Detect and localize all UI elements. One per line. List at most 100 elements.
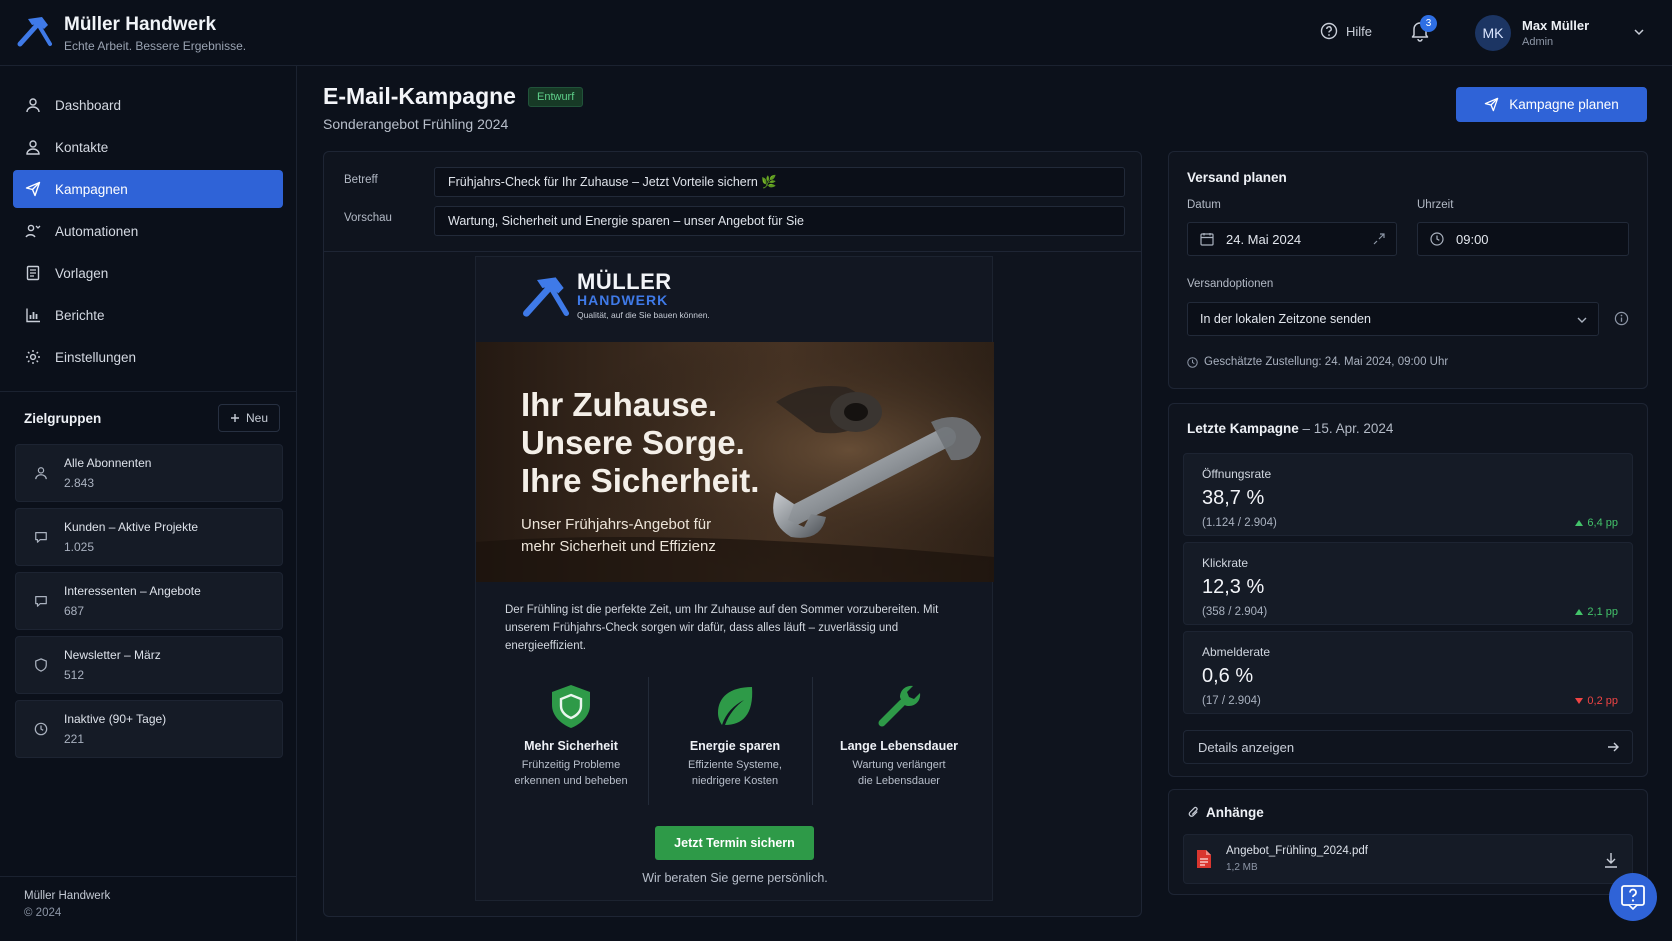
attachment-item[interactable]: Angebot_Frühling_2024.pdf 1,2 MB — [1183, 834, 1633, 884]
triangle-up-icon — [1575, 520, 1584, 526]
send-option-select[interactable]: In der lokalen Zeitzone senden — [1187, 302, 1599, 336]
stat-open-rate: Öffnungsrate 38,7 % (1.124 / 2.904) 6,4 … — [1183, 453, 1633, 536]
feature-desc-line: niedrigere Kosten — [691, 775, 779, 787]
feature-desc-line: die Lebensdauer — [858, 775, 940, 787]
notifications-button[interactable]: 3 — [1410, 15, 1437, 42]
clock-icon — [34, 722, 48, 736]
feature-energy: Energie sparen Effiziente Systeme, niedri… — [653, 677, 817, 789]
sidebar-item-kontakte[interactable]: Kontakte — [13, 128, 283, 166]
help-fab-button[interactable] — [1609, 873, 1657, 921]
subject-input[interactable]: Frühjahrs-Check für Ihr Zuhause – Jetzt … — [434, 167, 1125, 197]
group-item-interessenten[interactable]: Interessenten – Angebote 687 — [15, 572, 283, 630]
page-title: E-Mail-Kampagne — [323, 83, 516, 109]
stat-delta: 6,4 pp — [1575, 517, 1618, 529]
user-menu[interactable]: MK Max Müller Admin — [1475, 15, 1645, 51]
time-picker[interactable]: 09:00 — [1417, 222, 1629, 256]
date-picker[interactable]: 24. Mai 2024 — [1187, 222, 1397, 256]
clock-icon — [1430, 232, 1444, 246]
user-icon — [34, 466, 48, 480]
last-campaign-date: – 15. Apr. 2024 — [1302, 421, 1394, 436]
email-logo-line2: HANDWERK — [577, 292, 669, 308]
stat-delta-value: 0,2 pp — [1587, 695, 1618, 707]
group-name: Alle Abonnenten — [64, 456, 152, 470]
chevron-down-icon — [1576, 314, 1588, 326]
feature-lifetime: Lange Lebensdauer Wartung verlängert die … — [817, 677, 981, 789]
group-name: Newsletter – März — [64, 648, 161, 662]
sidebar-item-dashboard[interactable]: Dashboard — [13, 86, 283, 124]
triangle-up-icon — [1575, 609, 1584, 615]
sidebar-nav: Dashboard Kontakte Kampagnen Automatione… — [13, 86, 283, 380]
stat-value: 38,7 % — [1202, 487, 1265, 509]
top-bar: Müller Handwerk Echte Arbeit. Bessere Er… — [0, 0, 1672, 66]
group-item-alle-abonnenten[interactable]: Alle Abonnenten 2.843 — [15, 444, 283, 502]
cta-subtext: Wir beraten Sie gerne persönlich. — [642, 871, 828, 885]
sidebar-item-automationen[interactable]: Automationen — [13, 212, 283, 250]
sidebar-item-vorlagen[interactable]: Vorlagen — [13, 254, 283, 292]
hero-subline-2: mehr Sicherheit und Effizienz — [521, 538, 716, 555]
leaf-icon — [712, 683, 758, 729]
shield-icon — [548, 683, 594, 729]
info-icon[interactable] — [1614, 311, 1629, 326]
sidebar-footer: Müller Handwerk © 2024 — [24, 888, 110, 922]
group-item-kunden[interactable]: Kunden – Aktive Projekte 1.025 — [15, 508, 283, 566]
page-subtitle: Sonderangebot Frühling 2024 — [323, 116, 509, 132]
details-button[interactable]: Details anzeigen — [1183, 730, 1633, 764]
sidebar-footer-divider — [0, 876, 297, 877]
sidebar-item-label: Kontakte — [55, 139, 109, 155]
chat-icon — [34, 594, 48, 608]
help-button[interactable]: Hilfe — [1320, 22, 1372, 40]
brand-tagline: Echte Arbeit. Bessere Ergebnisse. — [64, 39, 247, 53]
delivery-estimate: Geschätzte Zustellung: 24. Mai 2024, 09:… — [1187, 356, 1448, 368]
schedule-campaign-label: Kampagne planen — [1509, 97, 1619, 112]
group-count: 1.025 — [64, 540, 95, 554]
stat-name: Abmelderate — [1202, 645, 1271, 659]
cta-button[interactable]: Jetzt Termin sichern — [655, 826, 814, 860]
hero-line-2: Unsere Sorge. — [521, 424, 745, 461]
download-icon[interactable] — [1604, 852, 1618, 868]
email-logo-tagline: Qualität, auf die Sie bauen können. — [577, 310, 710, 320]
schedule-campaign-button[interactable]: Kampagne planen — [1456, 87, 1647, 122]
attachments-card: Anhänge Angebot_Frühling_2024.pdf 1,2 MB — [1168, 789, 1648, 895]
new-group-label: Neu — [245, 411, 268, 425]
last-campaign-header: Letzte Kampagne – 15. Apr. 2024 — [1187, 421, 1393, 436]
editor-divider — [324, 251, 1141, 252]
hero-banner: Ihr Zuhause. Unsere Sorge. Ihre Sicherhe… — [476, 342, 994, 582]
sidebar-item-berichte[interactable]: Berichte — [13, 296, 283, 334]
stat-value: 0,6 % — [1202, 665, 1254, 687]
new-group-button[interactable]: Neu — [218, 404, 280, 432]
sidebar-item-einstellungen[interactable]: Einstellungen — [13, 338, 283, 376]
sidebar-item-label: Einstellungen — [55, 349, 137, 365]
stat-sub: (358 / 2.904) — [1202, 606, 1268, 618]
hero-text: Ihr Zuhause. Unsere Sorge. Ihre Sicherhe… — [521, 386, 759, 558]
send-icon — [25, 181, 41, 197]
feature-title: Energie sparen — [689, 739, 781, 753]
brand[interactable]: Müller Handwerk Echte Arbeit. Bessere Er… — [16, 14, 246, 53]
arrow-right-icon — [1606, 740, 1620, 754]
attachments-title: Anhänge — [1206, 805, 1264, 820]
status-badge: Entwurf — [527, 86, 584, 107]
feature-divider — [812, 677, 813, 805]
notification-badge: 3 — [1420, 15, 1437, 32]
email-editor: Betreff Frühjahrs-Check für Ihr Zuhause … — [323, 151, 1142, 917]
group-count: 687 — [64, 604, 85, 618]
email-body-text: Der Frühling ist die perfekte Zeit, um I… — [505, 604, 939, 652]
feature-title: Mehr Sicherheit — [524, 739, 618, 753]
time-value: 09:00 — [1456, 231, 1489, 247]
bar-chart-icon — [25, 307, 41, 323]
clock-icon — [1187, 356, 1198, 368]
email-preview: MÜLLER HANDWERK Qualität, auf die Sie ba… — [475, 256, 994, 901]
feature-desc-line: Effiziente Systeme, — [688, 759, 782, 771]
stat-name: Öffnungsrate — [1202, 467, 1272, 481]
group-item-newsletter[interactable]: Newsletter – März 512 — [15, 636, 283, 694]
avatar: MK — [1475, 15, 1511, 51]
preview-input[interactable]: Wartung, Sicherheit und Energie sparen –… — [434, 206, 1125, 236]
group-count: 512 — [64, 668, 85, 682]
stat-sub: (1.124 / 2.904) — [1202, 517, 1277, 529]
sidebar-item-label: Kampagnen — [55, 181, 128, 197]
automation-icon — [25, 223, 41, 239]
brand-name: Müller Handwerk — [64, 14, 217, 35]
group-count: 221 — [64, 732, 85, 746]
sidebar-item-kampagnen[interactable]: Kampagnen — [13, 170, 283, 208]
group-item-inaktive[interactable]: Inaktive (90+ Tage) 221 — [15, 700, 283, 758]
user-icon — [25, 97, 41, 113]
